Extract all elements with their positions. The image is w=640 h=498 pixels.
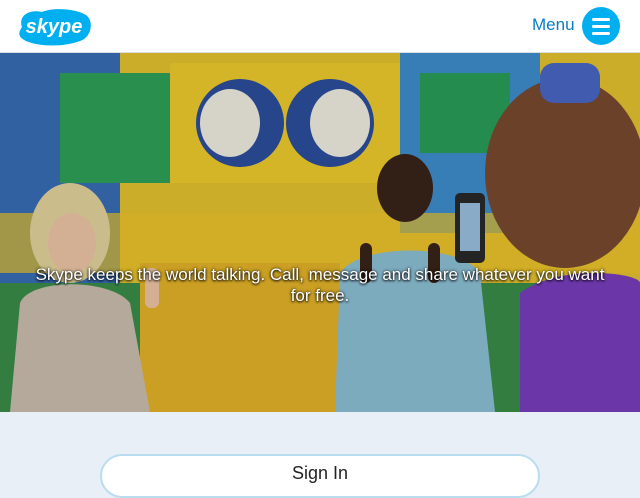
svg-text:skype: skype [26,16,83,38]
hero-banner: Skype keeps the world talking. Call, mes… [0,53,640,412]
hero-tagline: Skype keeps the world talking. Call, mes… [35,265,605,305]
skype-logo[interactable]: skype [14,7,94,47]
signin-section: Sign In [0,412,640,498]
top-header: skype Menu [0,0,640,53]
hero-photo [0,53,640,412]
sign-in-button[interactable]: Sign In [100,454,540,498]
menu-button[interactable] [582,7,620,45]
menu-label[interactable]: Menu [532,15,575,35]
